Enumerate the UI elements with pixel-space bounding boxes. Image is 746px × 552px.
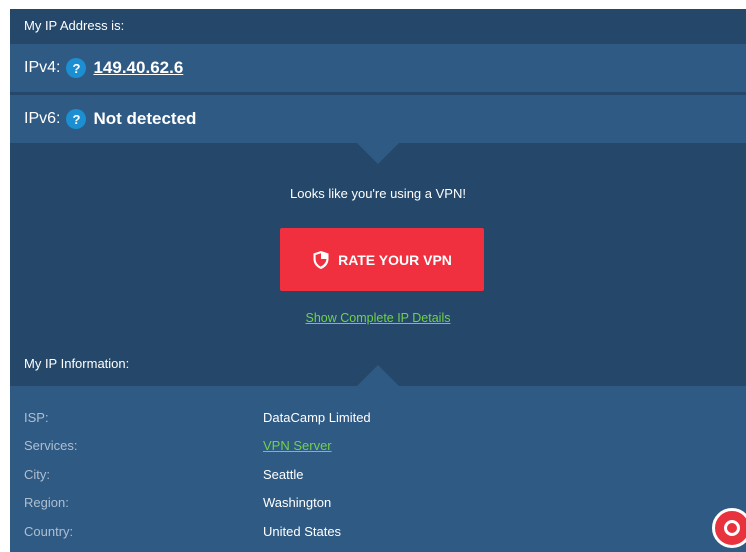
country-value: United States [263, 523, 342, 539]
ipv4-address-link[interactable]: 149.40.62.6 [93, 58, 183, 78]
isp-value: DataCamp Limited [263, 409, 371, 425]
info-row-services: Services: VPN Server [24, 432, 724, 461]
city-label: City: [24, 466, 50, 482]
ipv4-help-icon[interactable]: ? [66, 58, 87, 78]
info-row-region: Region: Washington [24, 489, 724, 518]
rate-vpn-button[interactable]: RATE YOUR VPN [280, 228, 484, 291]
info-row-country: Country: United States [24, 517, 724, 546]
ipv4-row: IPv4: ? 149.40.62.6 [10, 44, 746, 92]
info-row-isp: ISP: DataCamp Limited [24, 403, 724, 432]
ip-panel: My IP Address is: IPv4: ? 149.40.62.6 IP… [10, 9, 746, 552]
ipv4-label: IPv4: [24, 59, 61, 76]
ip-info-table: ISP: DataCamp Limited Services: VPN Serv… [24, 403, 724, 546]
section-notch-up [357, 365, 399, 386]
ip-info-title: My IP Information: [24, 356, 130, 371]
section-notch-down [357, 143, 399, 164]
chat-icon-ring [724, 520, 740, 536]
show-ip-details-link[interactable]: Show Complete IP Details [306, 311, 451, 325]
rate-vpn-label: RATE YOUR VPN [338, 251, 452, 268]
city-value: Seattle [263, 466, 304, 482]
ipv6-label: IPv6: [24, 110, 61, 127]
ipv6-help-icon[interactable]: ? [66, 109, 87, 129]
chat-icon[interactable] [712, 508, 746, 548]
country-label: Country: [24, 523, 74, 539]
services-label: Services: [24, 438, 78, 454]
services-value-link[interactable]: VPN Server [263, 438, 332, 453]
shield-icon [313, 250, 329, 269]
ipv6-row: IPv6: ? Not detected [10, 95, 746, 143]
region-label: Region: [24, 495, 69, 511]
ipv6-address-value: Not detected [93, 109, 197, 128]
details-link-wrapper: Show Complete IP Details [10, 311, 746, 325]
my-ip-title: My IP Address is: [24, 18, 125, 33]
info-row-city: City: Seattle [24, 460, 724, 489]
isp-label: ISP: [24, 409, 49, 425]
region-value: Washington [263, 495, 332, 511]
my-ip-header: My IP Address is: [10, 9, 746, 44]
vpn-detected-message: Looks like you're using a VPN! [290, 186, 466, 201]
